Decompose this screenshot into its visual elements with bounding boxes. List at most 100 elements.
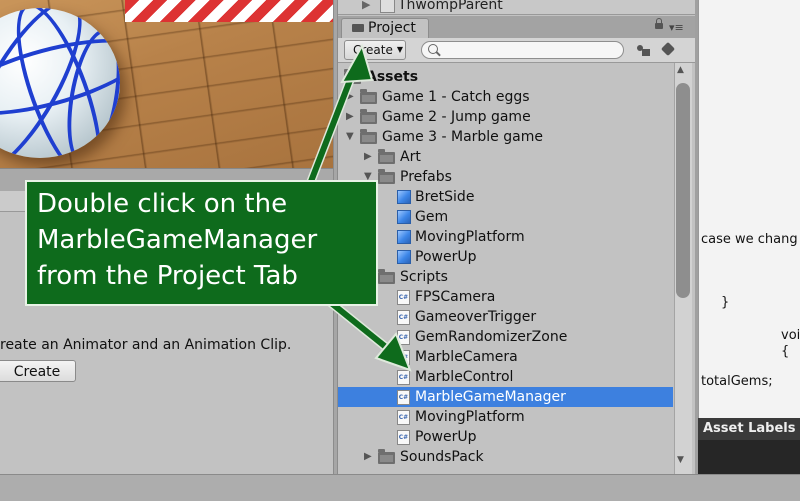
tree-prefab-row[interactable]: BretSide <box>338 187 673 207</box>
tree-folder-row[interactable]: Assets <box>338 67 673 87</box>
tree-item-label: BretSide <box>415 189 475 205</box>
folder-icon <box>378 169 395 184</box>
code-line: case we chang <box>701 232 798 247</box>
folder-icon <box>344 69 361 84</box>
code-line: voi <box>781 328 800 343</box>
filter-by-type-button[interactable] <box>634 41 652 59</box>
tree-item-label: MovingPlatform <box>415 409 525 425</box>
folder-icon <box>360 129 377 144</box>
csharp-script-icon: C# <box>397 290 410 305</box>
asset-labels-header[interactable]: Asset Labels <box>698 418 800 440</box>
prefab-cube-icon <box>397 190 411 204</box>
csharp-script-icon: C# <box>397 430 410 445</box>
tree-prefab-row[interactable]: Gem <box>338 207 673 227</box>
callout-line: from the Project Tab <box>37 261 298 291</box>
instruction-callout: Double click on the MarbleGameManager fr… <box>25 180 378 306</box>
project-asset-tree[interactable]: Assets ▶ Game 1 - Catch eggs ▶ Game 2 - Jump… <box>338 63 673 474</box>
tree-item-label: GameoverTrigger <box>415 309 537 325</box>
hierarchy-item-label: ThwompParent <box>398 0 503 13</box>
tree-item-label: PowerUp <box>415 249 477 265</box>
scrollbar-thumb[interactable] <box>676 83 690 298</box>
scene-striped-object <box>125 0 333 22</box>
marble-object <box>0 8 120 158</box>
tree-item-label: Game 1 - Catch eggs <box>382 89 530 105</box>
tree-script-row[interactable]: C# GameoverTrigger <box>338 307 673 327</box>
tree-item-label: FPSCamera <box>415 289 496 305</box>
tree-folder-row[interactable]: ▶ SoundsPack <box>338 447 673 467</box>
expand-arrow-icon[interactable]: ▶ <box>362 0 370 11</box>
tree-item-label: MarbleCamera <box>415 349 518 365</box>
tree-folder-row[interactable]: ▶ Game 2 - Jump game <box>338 107 673 127</box>
status-bar <box>0 474 800 501</box>
tree-folder-row[interactable]: ▶ Game 1 - Catch eggs <box>338 87 673 107</box>
tree-item-label: Art <box>400 149 421 165</box>
gameobject-icon <box>380 0 395 13</box>
tree-script-row[interactable]: C# PowerUp <box>338 427 673 447</box>
tree-item-label: Game 2 - Jump game <box>382 109 531 125</box>
tab-project-label: Project <box>368 20 416 36</box>
tree-prefab-row[interactable]: PowerUp <box>338 247 673 267</box>
expand-arrow-icon[interactable]: ▶ <box>364 451 372 462</box>
tree-script-row[interactable]: C# MarbleCamera <box>338 347 673 367</box>
tree-item-label: Game 3 - Marble game <box>382 129 543 145</box>
tree-item-label: PowerUp <box>415 429 477 445</box>
tree-folder-row[interactable]: ▼ Game 3 - Marble game <box>338 127 673 147</box>
expand-arrow-icon[interactable]: ▶ <box>346 91 354 102</box>
csharp-script-icon: C# <box>397 370 410 385</box>
folder-icon <box>360 109 377 124</box>
search-input[interactable] <box>421 41 624 59</box>
expand-arrow-icon[interactable]: ▶ <box>364 151 372 162</box>
folder-icon <box>378 149 395 164</box>
expand-arrow-icon[interactable]: ▶ <box>346 111 354 122</box>
folder-icon <box>378 269 395 284</box>
folder-icon <box>378 449 395 464</box>
code-line: { <box>781 344 790 359</box>
chevron-down-icon: ▼ <box>396 45 404 54</box>
tree-script-row[interactable]: C# MarbleControl <box>338 367 673 387</box>
tree-script-row[interactable]: C# MarbleGameManager <box>338 387 673 407</box>
animation-panel-message: reate an Animator and an Animation Clip. <box>0 337 292 353</box>
prefab-cube-icon <box>397 230 411 244</box>
tree-item-label: Scripts <box>400 269 448 285</box>
filter-by-label-button[interactable] <box>660 41 678 59</box>
tree-item-label: MarbleGameManager <box>415 389 566 405</box>
lock-icon[interactable] <box>655 18 663 29</box>
tree-folder-row[interactable]: ▶ Art <box>338 147 673 167</box>
csharp-script-icon: C# <box>397 390 410 405</box>
scene-view[interactable] <box>0 0 333 168</box>
prefab-cube-icon <box>397 250 411 264</box>
callout-line: Double click on the <box>37 189 288 219</box>
csharp-script-icon: C# <box>397 330 410 345</box>
tree-folder-row[interactable]: ▼ Prefabs <box>338 167 673 187</box>
panel-menu-icon[interactable]: ▾≡ <box>669 21 684 34</box>
tree-folder-row[interactable]: ▼Scripts <box>338 267 673 287</box>
collapse-arrow-icon[interactable]: ▼ <box>346 131 354 142</box>
code-line: totalGems; <box>701 374 773 389</box>
create-animation-button[interactable]: Create <box>0 360 76 382</box>
tree-prefab-row[interactable]: MovingPlatform <box>338 227 673 247</box>
callout-line: MarbleGameManager <box>37 225 318 255</box>
tree-script-row[interactable]: C# GemRandomizerZone <box>338 327 673 347</box>
tree-script-row[interactable]: C# FPSCamera <box>338 287 673 307</box>
csharp-script-icon: C# <box>397 310 410 325</box>
tree-script-row[interactable]: C# MovingPlatform <box>338 407 673 427</box>
tree-item-label: SoundsPack <box>400 449 484 465</box>
tree-item-label: Assets <box>366 69 419 85</box>
tree-item-label: GemRandomizerZone <box>415 329 568 345</box>
search-icon <box>428 44 438 54</box>
csharp-script-icon: C# <box>397 410 410 425</box>
scroll-up-icon[interactable]: ▲ <box>677 65 684 75</box>
tree-item-label: MovingPlatform <box>415 229 525 245</box>
scroll-down-icon[interactable]: ▼ <box>677 455 684 465</box>
folder-icon <box>360 89 377 104</box>
code-line: } <box>721 295 730 310</box>
inspector-code-preview: case we chang } voi { totalGems; <box>698 0 800 420</box>
folder-icon <box>352 24 364 32</box>
tree-item-label: Gem <box>415 209 449 225</box>
create-dropdown-label: Create <box>353 43 393 57</box>
create-dropdown[interactable]: Create ▼ <box>344 40 406 60</box>
tree-item-label: Prefabs <box>400 169 452 185</box>
csharp-script-icon: C# <box>397 350 410 365</box>
asset-labels-panel <box>698 440 800 474</box>
prefab-cube-icon <box>397 210 411 224</box>
